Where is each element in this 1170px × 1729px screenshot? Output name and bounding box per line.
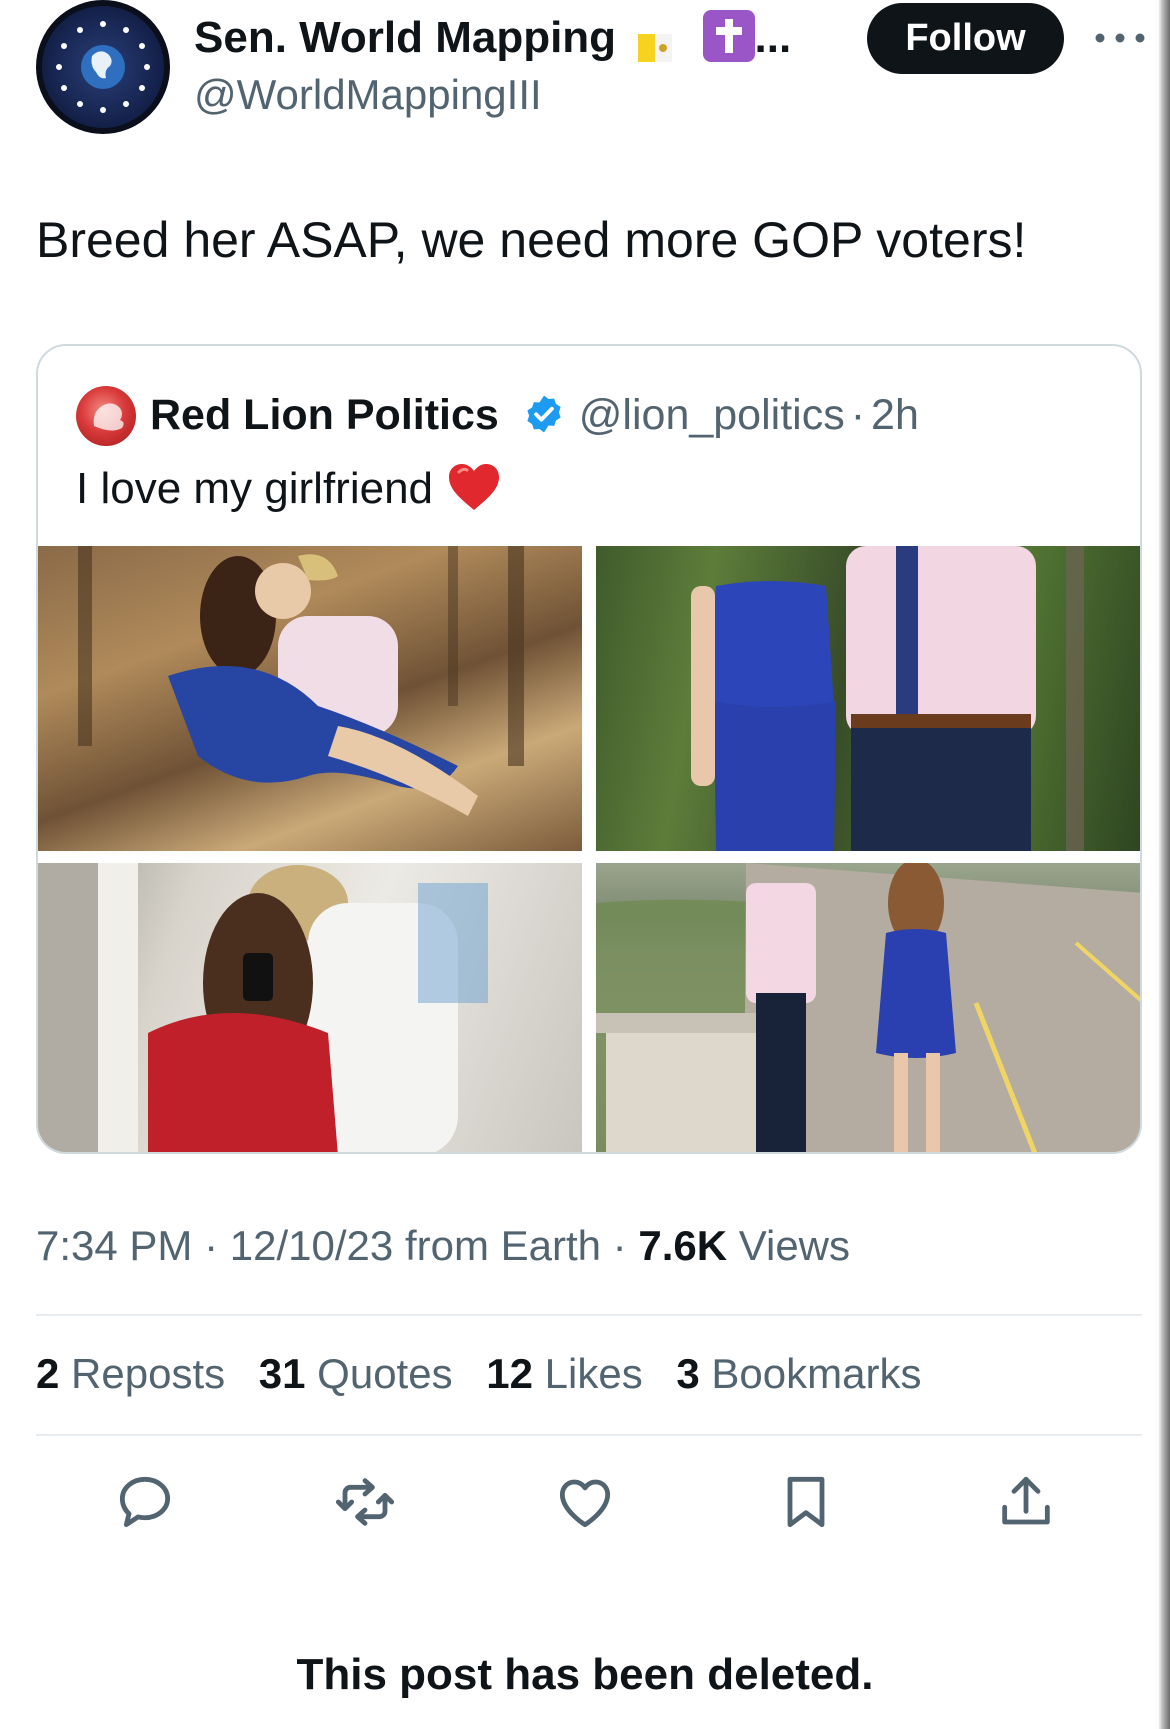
latin-cross-icon	[702, 10, 755, 63]
author-name-text: Sen. World Mapping	[194, 13, 617, 62]
quoted-post-card[interactable]: Red Lion Politics @lion_politics · 2h I lo…	[36, 344, 1142, 1154]
photo-couple-mirror-selfie[interactable]	[38, 863, 582, 1152]
photo-couple-standing-woods[interactable]	[596, 546, 1140, 851]
bookmarks-label: Bookmarks	[711, 1350, 922, 1397]
author-display-name[interactable]: Sen. World Mapping ...	[194, 10, 792, 66]
meta-separator: ·	[204, 1222, 219, 1269]
quotes-stat[interactable]: 31 Quotes	[259, 1350, 453, 1397]
bookmark-icon[interactable]	[774, 1470, 838, 1534]
reposts-label: Reposts	[71, 1350, 226, 1397]
views-label: Views	[738, 1222, 851, 1269]
scrollbar[interactable]	[1158, 0, 1170, 1729]
share-icon[interactable]	[994, 1470, 1058, 1534]
name-truncation: ...	[754, 13, 792, 62]
views-count: 7.6K	[638, 1222, 728, 1269]
verified-badge-icon	[523, 393, 565, 435]
mirror-selfie-figure	[38, 863, 488, 1152]
bookmarks-stat[interactable]: 3 Bookmarks	[676, 1350, 921, 1397]
reposts-count: 2	[36, 1350, 60, 1397]
quote-author-name[interactable]: Red Lion Politics	[150, 391, 499, 439]
vatican-flag-icon	[638, 22, 673, 63]
couple-walking-figure	[596, 863, 1140, 1152]
post-source: from Earth	[404, 1222, 601, 1269]
red-heart-icon	[447, 462, 501, 512]
quote-text-content: I love my girlfriend	[76, 464, 434, 513]
quote-author-line: Red Lion Politics @lion_politics · 2h	[150, 388, 919, 442]
quote-age[interactable]: 2h	[871, 391, 919, 439]
likes-label: Likes	[544, 1350, 643, 1397]
reposts-stat[interactable]: 2 Reposts	[36, 1350, 225, 1397]
couple-standing-figure	[691, 546, 1084, 851]
quote-text: I love my girlfriend	[76, 461, 501, 517]
photo-couple-walking-road[interactable]	[596, 863, 1140, 1152]
repost-icon[interactable]	[333, 1470, 397, 1534]
divider	[36, 1434, 1142, 1436]
author-handle[interactable]: @WorldMappingIII	[194, 70, 542, 120]
meta-separator: ·	[612, 1222, 627, 1269]
divider	[36, 1314, 1142, 1316]
quotes-label: Quotes	[317, 1350, 453, 1397]
engagement-stats: 2 Reposts 31 Quotes 12 Likes 3 Bookmarks	[36, 1347, 943, 1401]
bookmarks-count: 3	[676, 1350, 700, 1397]
like-icon[interactable]	[553, 1470, 617, 1534]
globe-stars-icon	[56, 21, 150, 113]
photo-couple-kiss-forest[interactable]	[38, 546, 582, 851]
deleted-post-notice: This post has been deleted.	[296, 1650, 874, 1699]
quote-separator: ·	[850, 391, 866, 439]
post-timestamp: 7:34 PM · 12/10/23 from Earth · 7.6K Vie…	[36, 1220, 850, 1272]
lion-icon	[93, 403, 124, 431]
likes-stat[interactable]: 12 Likes	[486, 1350, 642, 1397]
couple-carry-figure	[78, 546, 524, 816]
post-date[interactable]: 12/10/23	[230, 1222, 394, 1269]
quote-author-avatar[interactable]	[76, 386, 136, 446]
more-options-icon[interactable]	[1090, 26, 1150, 50]
follow-button[interactable]: Follow	[867, 3, 1064, 74]
author-avatar[interactable]	[36, 0, 170, 134]
quote-author-handle[interactable]: @lion_politics	[579, 391, 845, 439]
reply-icon[interactable]	[113, 1470, 177, 1534]
post-text: Breed her ASAP, we need more GOP voters!	[36, 212, 1027, 268]
post-time[interactable]: 7:34 PM	[36, 1222, 192, 1269]
quotes-count: 31	[258, 1350, 306, 1397]
likes-count: 12	[486, 1350, 533, 1397]
